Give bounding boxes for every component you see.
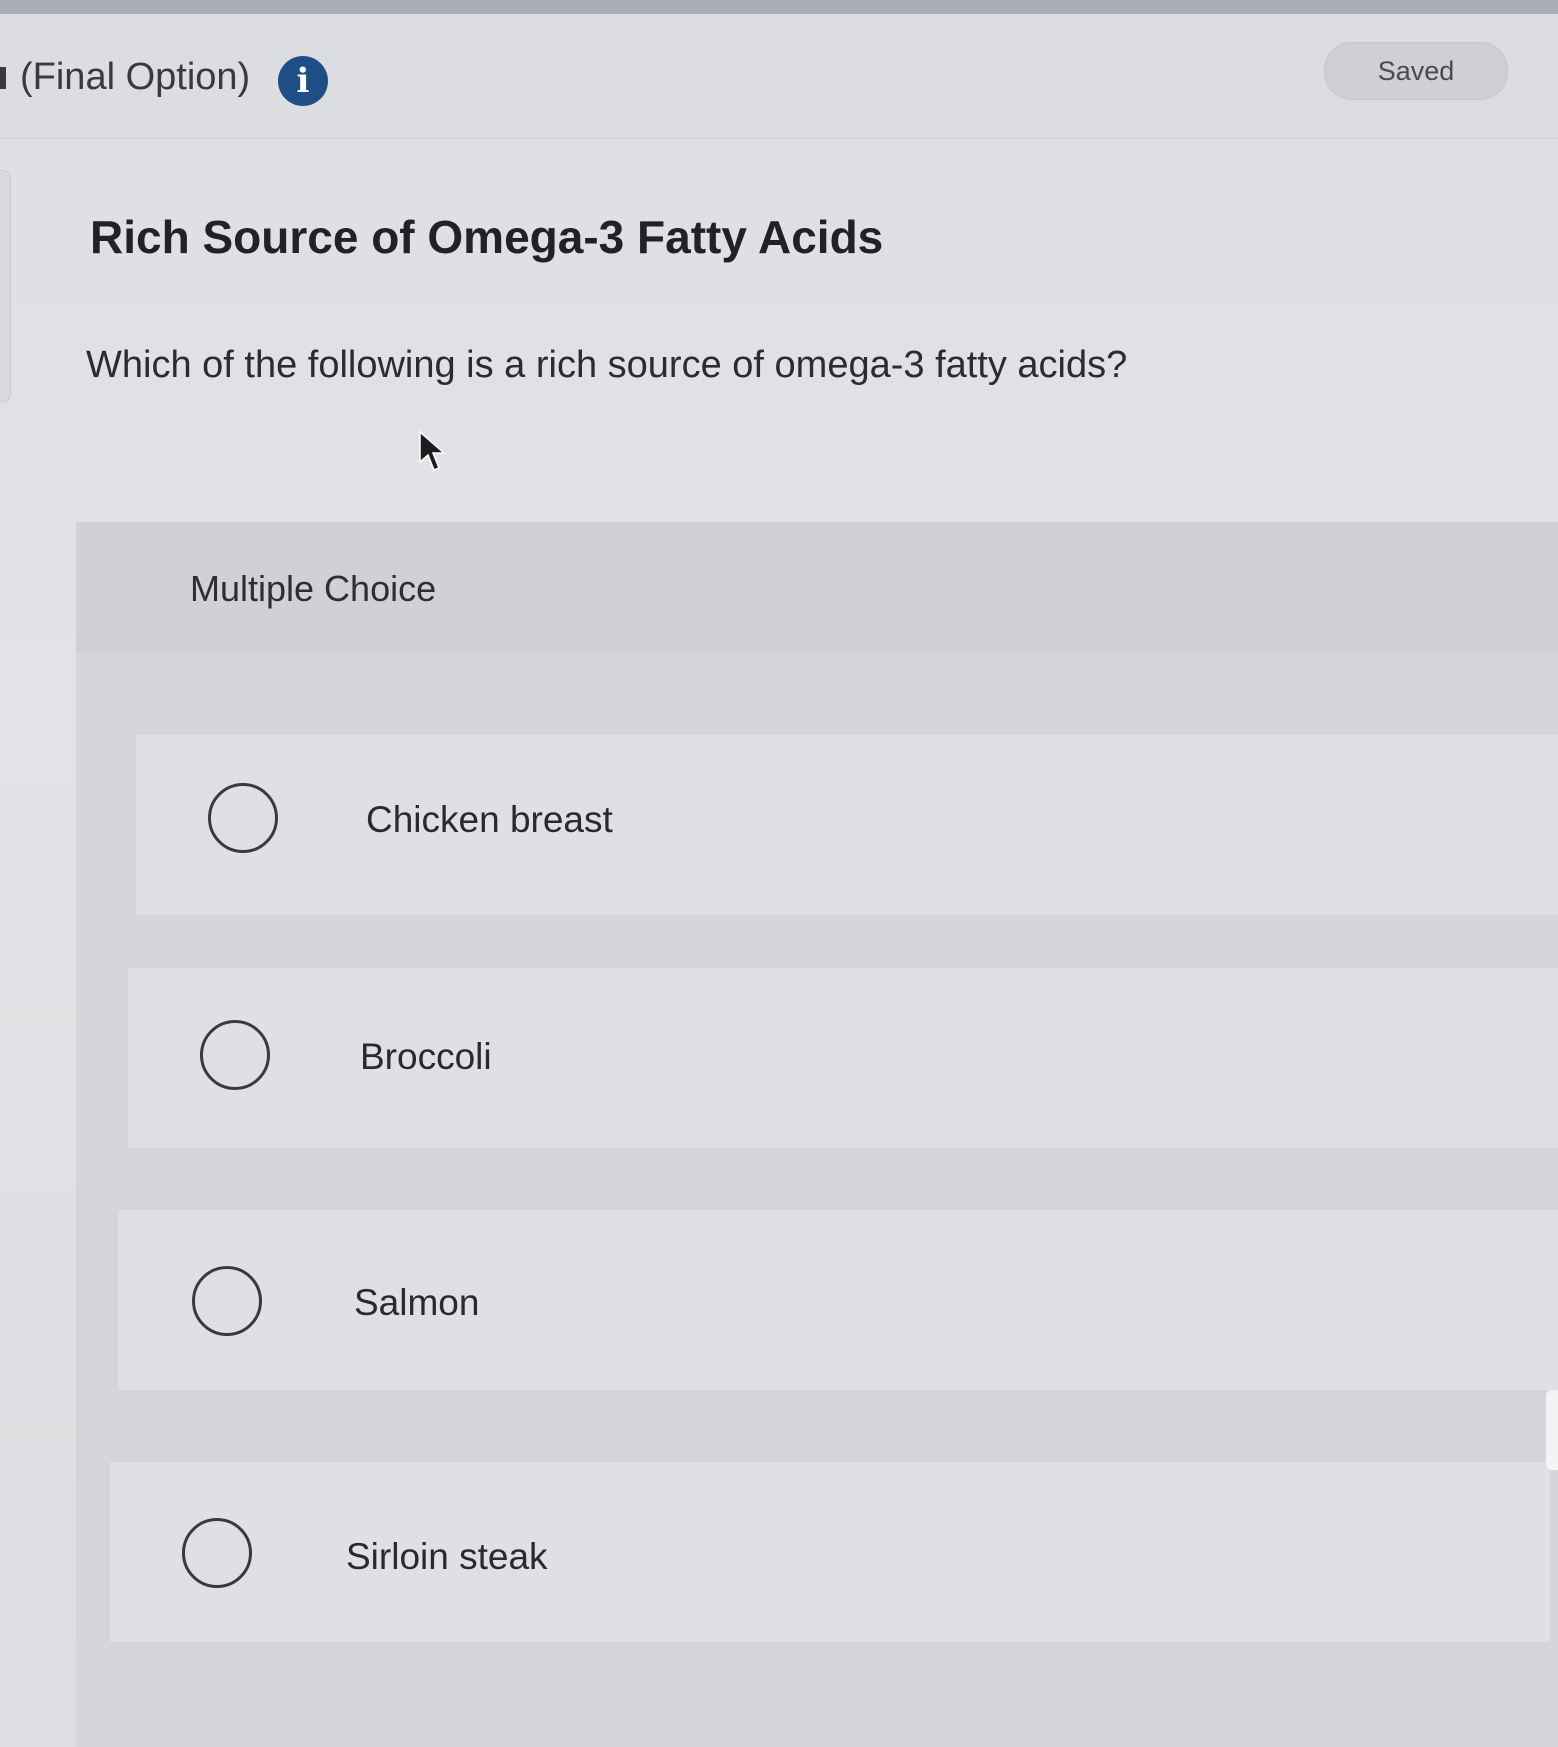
truncated-text-fragment (0, 66, 6, 89)
option-label: Salmon (354, 1282, 480, 1323)
option-label: Broccoli (360, 1036, 492, 1077)
side-panel-edge (0, 170, 11, 402)
option-sirloin-steak[interactable]: Sirloin steak (110, 1462, 1550, 1642)
option-label: Sirloin steak (346, 1536, 548, 1577)
radio-button[interactable] (182, 1518, 252, 1588)
assignment-title-text: (Final Option) (20, 56, 251, 98)
option-salmon[interactable]: Salmon (118, 1210, 1558, 1390)
question-prompt: Which of the following is a rich source … (86, 344, 1128, 386)
question-title: Rich Source of Omega-3 Fatty Acids (90, 211, 884, 263)
assignment-title: (Final Option) (0, 56, 250, 99)
info-icon[interactable]: i (278, 56, 328, 106)
saved-status-badge: Saved (1324, 42, 1508, 100)
mouse-cursor-icon (419, 430, 446, 471)
question-type-label: Multiple Choice (190, 568, 437, 609)
option-broccoli[interactable]: Broccoli (128, 968, 1558, 1148)
option-chicken-breast[interactable]: Chicken breast (136, 735, 1558, 915)
radio-button[interactable] (200, 1020, 270, 1090)
screen-glare (1546, 1390, 1558, 1470)
option-label: Chicken breast (366, 799, 613, 840)
radio-button[interactable] (192, 1266, 262, 1336)
radio-button[interactable] (208, 783, 278, 853)
